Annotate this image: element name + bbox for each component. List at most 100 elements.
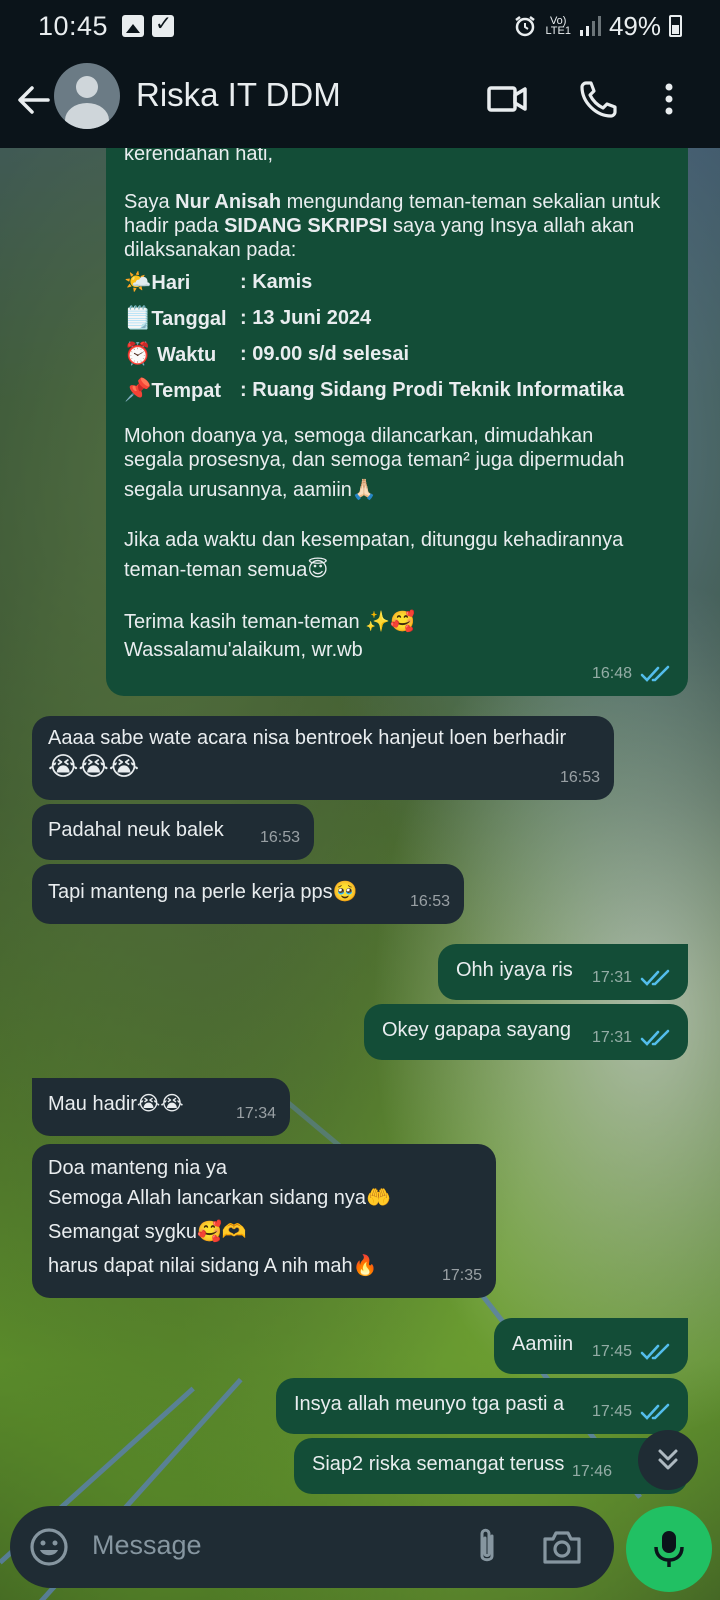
paperclip-icon[interactable] [464, 1524, 510, 1570]
status-right: Vo) LTE1 49% [513, 11, 682, 42]
message-meta: 16:53 [560, 766, 600, 790]
row-key: Hari [151, 271, 191, 294]
message-line: Wassalamu'alaikum, wr.wb [124, 639, 363, 661]
chat-header: Riska IT DDM [0, 52, 720, 148]
message-time: 16:53 [409, 893, 450, 910]
message-bold-name: Nur Anisah [175, 191, 282, 213]
message-outgoing[interactable]: Siap2 riska semangat teruss 17:46 [294, 1438, 688, 1494]
message-bold-event: SIDANG SKRIPSI [224, 215, 388, 237]
message-composer[interactable]: Message [10, 1506, 614, 1588]
message-line: Semangat sygku🥰🫶 [48, 1221, 247, 1243]
notepad-icon: 🗒️ [124, 304, 152, 330]
row-key: Tanggal [151, 307, 227, 330]
message-incoming[interactable]: Doa manteng nia ya Semoga Allah lancarka… [32, 1144, 496, 1298]
message-time: 16:48 [591, 665, 632, 682]
event-day-row: 🌤️Hari : Kamis [124, 264, 670, 300]
voice-message-button[interactable] [626, 1506, 712, 1592]
signal-strength-icon [579, 16, 601, 36]
message-outgoing[interactable]: Okey gapapa sayang 17:31 [364, 1004, 688, 1060]
video-call-icon[interactable] [486, 78, 528, 120]
battery-percent: 49% [608, 10, 661, 41]
pushpin-icon: 📌 [124, 376, 152, 402]
message-line: Jika ada waktu dan kesempatan, ditunggu … [124, 529, 624, 551]
volte-indicator: Vo) LTE1 [545, 16, 571, 37]
contact-avatar[interactable] [54, 63, 120, 129]
event-date-row: 🗒️Tanggal : 13 Juni 2024 [124, 300, 670, 336]
message-line: Semoga Allah lancarkan sidang nya🤲 [48, 1187, 391, 1209]
message-incoming[interactable]: Tapi manteng na perle kerja pps🥹 16:53 [32, 864, 464, 924]
message-line: harus dapat nilai sidang A nih mah🔥 [48, 1255, 378, 1277]
row-value: : 09.00 s/d selesai [240, 343, 410, 365]
message-meta: 16:53 [260, 826, 300, 850]
message-outgoing[interactable]: Aamiin 17:45 [494, 1318, 688, 1374]
message-outgoing[interactable]: Ohh iyaya ris 17:31 [438, 944, 688, 1000]
message-time: 17:31 [591, 1029, 632, 1046]
alarm-icon [515, 16, 536, 37]
event-place-row: 📌Tempat : Ruang Sidang Prodi Teknik Info… [124, 372, 670, 408]
message-line: Doa manteng nia ya [48, 1157, 228, 1179]
message-time: 16:53 [559, 769, 600, 786]
notification-icons [122, 11, 175, 37]
status-bar: 10:45 Vo)LTE1 49% [0, 0, 720, 52]
message-time: 16:53 [259, 829, 300, 846]
message-time: 17:46 [571, 1463, 612, 1480]
double-check-read-icon [640, 1029, 670, 1046]
microphone-icon [654, 1531, 684, 1567]
message-line: teman-teman semua😇 [124, 559, 329, 581]
message-text: Saya [124, 191, 176, 213]
message-input[interactable]: Message [92, 1530, 202, 1561]
message-meta: 17:45 [592, 1340, 674, 1364]
gallery-notification-icon [122, 15, 145, 37]
camera-icon[interactable] [540, 1525, 584, 1569]
message-time: 17:34 [235, 1105, 276, 1122]
message-time: 17:31 [591, 969, 632, 986]
double-check-read-icon [640, 1343, 670, 1360]
message-paragraph: Saya Nur Anisah mengundang teman-teman s… [124, 190, 670, 262]
row-value: : Kamis [240, 271, 313, 293]
double-chevron-down-icon [658, 1449, 678, 1470]
alarm-clock-icon: ⏰ [124, 340, 152, 366]
back-arrow-icon[interactable] [16, 82, 52, 118]
crying-face-icon: 😭😭😭 [48, 751, 140, 781]
more-options-icon[interactable] [654, 78, 684, 120]
message-meta: 17:31 [592, 966, 674, 990]
row-value: : Ruang Sidang Prodi Teknik Informatika [240, 379, 625, 401]
message-line: Terima kasih teman-teman ✨🥰 [124, 611, 416, 633]
status-time: 10:45 [38, 10, 109, 41]
message-outgoing[interactable]: Insya allah meunyo tga pasti a 17:45 [276, 1378, 688, 1434]
row-key: Tempat [151, 379, 222, 402]
message-incoming[interactable]: Aaaa sabe wate acara nisa bentroek hanje… [32, 716, 614, 800]
message-text: Tapi manteng na perle kerja pps🥹 [48, 881, 358, 903]
message-meta: 17:35 [442, 1264, 482, 1288]
sun-cloud-icon: 🌤️ [124, 268, 152, 294]
message-line: segala prosesnya, dan semoga teman² juga… [124, 449, 625, 471]
message-text: Siap2 riska semangat teruss [312, 1453, 565, 1475]
message-meta: 17:46 [572, 1460, 612, 1484]
message-incoming[interactable]: Mau hadir😭😭 17:34 [32, 1078, 290, 1136]
message-line: segala urusannya, aamiin🙏🏻 [124, 479, 377, 501]
lte-label: LTE1 [545, 25, 571, 37]
row-value: : 13 Juni 2024 [240, 307, 372, 329]
message-invitation[interactable]: kerendahan hati, Saya Nur Anisah mengund… [106, 130, 688, 696]
scroll-to-bottom-button[interactable] [638, 1430, 698, 1490]
message-time: 17:45 [591, 1403, 632, 1420]
double-check-read-icon [640, 1403, 670, 1420]
message-time: 17:45 [591, 1343, 632, 1360]
message-line: Aaaa sabe wate acara nisa bentroek hanje… [48, 727, 567, 749]
message-meta: 16:48 [592, 662, 674, 686]
emoji-icon[interactable] [28, 1526, 70, 1568]
message-incoming[interactable]: Padahal neuk balek 16:53 [32, 804, 314, 860]
message-meta: 17:34 [236, 1102, 276, 1126]
task-notification-icon [152, 11, 175, 37]
contact-name[interactable]: Riska IT DDM [136, 76, 341, 114]
battery-icon [669, 15, 682, 37]
double-check-read-icon [640, 665, 670, 682]
voice-call-icon[interactable] [578, 78, 620, 120]
message-time: 17:35 [441, 1267, 482, 1284]
event-time-row: ⏰ Waktu : 09.00 s/d selesai [124, 336, 670, 372]
row-key: Waktu [156, 343, 217, 366]
message-meta: 16:53 [410, 890, 450, 914]
message-line: Mohon doanya ya, semoga dilancarkan, dim… [124, 425, 594, 447]
message-meta: 17:45 [592, 1400, 674, 1424]
message-meta: 17:31 [592, 1026, 674, 1050]
